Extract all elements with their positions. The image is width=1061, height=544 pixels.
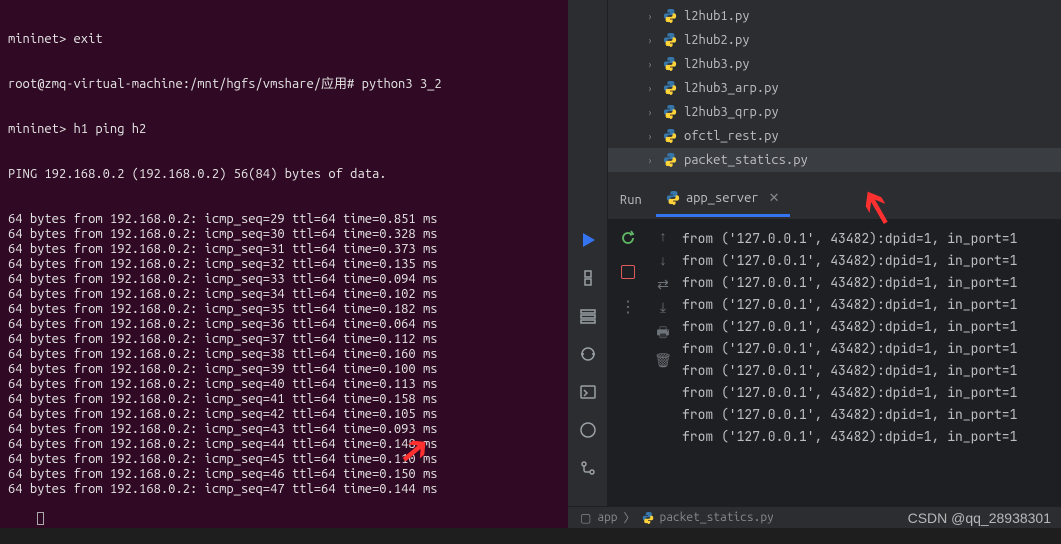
file-name: ofctl_rest.py xyxy=(684,129,779,143)
file-tree-item[interactable]: › l2hub3_qrp.py xyxy=(608,100,1061,124)
terminal-line: mininet> exit xyxy=(8,32,560,47)
stop-icon[interactable] xyxy=(618,262,638,282)
run-tab[interactable]: app_server ✕ xyxy=(656,183,790,217)
file-tree[interactable]: › l2hub1.py › l2hub2.py › l2hub3.py › l2hub3_ar… xyxy=(608,0,1061,180)
down-icon[interactable]: ↓ xyxy=(659,252,667,270)
terminal-line: 64 bytes from 192.168.0.2: icmp_seq=42 t… xyxy=(8,407,560,422)
python-icon xyxy=(662,32,678,48)
run-toolwindow-header: Run app_server ✕ xyxy=(608,180,1061,220)
terminal-line: 64 bytes from 192.168.0.2: icmp_seq=39 t… xyxy=(8,362,560,377)
trash-icon[interactable]: 🗑 xyxy=(654,352,672,369)
chevron-right-icon: › xyxy=(644,11,656,22)
python-icon xyxy=(662,104,678,120)
more-icon[interactable]: ⋮ xyxy=(618,296,638,316)
ide-sidebar xyxy=(568,0,608,528)
file-name: l2hub3_qrp.py xyxy=(684,105,779,119)
up-icon[interactable]: ↑ xyxy=(659,228,667,246)
chevron-right-icon: › xyxy=(644,59,656,70)
python-icon xyxy=(662,80,678,96)
terminal-pane[interactable]: mininet> exit root@zmq-virtual-machine:/… xyxy=(0,0,568,528)
watermark: CSDN @qq_28938301 xyxy=(908,510,1051,526)
python-console-icon[interactable] xyxy=(578,268,598,288)
debug-icon[interactable] xyxy=(578,344,598,364)
terminal-line: 64 bytes from 192.168.0.2: icmp_seq=35 t… xyxy=(8,302,560,317)
print-icon[interactable]: 🖶 xyxy=(656,322,669,346)
python-icon xyxy=(662,128,678,144)
file-name: l2hub3.py xyxy=(684,57,750,71)
console-toolbar: ⋮ xyxy=(608,220,648,528)
terminal-line: 64 bytes from 192.168.0.2: icmp_seq=36 t… xyxy=(8,317,560,332)
terminal-line: 64 bytes from 192.168.0.2: icmp_seq=45 t… xyxy=(8,452,560,467)
terminal-line: 64 bytes from 192.168.0.2: icmp_seq=29 t… xyxy=(8,212,560,227)
run-label: Run xyxy=(620,193,642,207)
terminal-line: 64 bytes from 192.168.0.2: icmp_seq=41 t… xyxy=(8,392,560,407)
terminal-line: 64 bytes from 192.168.0.2: icmp_seq=40 t… xyxy=(8,377,560,392)
chevron-right-icon: › xyxy=(644,155,656,166)
chevron-right-icon: › xyxy=(644,83,656,94)
terminal-line: 64 bytes from 192.168.0.2: icmp_seq=47 t… xyxy=(8,482,560,497)
file-tree-item[interactable]: › l2hub3_arp.py xyxy=(608,76,1061,100)
chevron-right-icon: › xyxy=(644,35,656,46)
file-name: l2hub3_arp.py xyxy=(684,81,779,95)
run-icon[interactable] xyxy=(578,230,598,250)
breadcrumb-file: packet_statics.py xyxy=(660,511,774,524)
terminal-line: 64 bytes from 192.168.0.2: icmp_seq=33 t… xyxy=(8,272,560,287)
terminal-line: mininet> h1 ping h2 xyxy=(8,122,560,137)
folder-icon: ▢ xyxy=(580,511,591,525)
file-tree-item[interactable]: › packet_statics.py xyxy=(608,148,1061,172)
console-output[interactable]: from ('127.0.0.1', 43482):dpid=1, in_por… xyxy=(678,220,1061,528)
python-icon xyxy=(662,8,678,24)
terminal-icon[interactable] xyxy=(578,382,598,402)
terminal-line: 64 bytes from 192.168.0.2: icmp_seq=30 t… xyxy=(8,227,560,242)
python-icon xyxy=(642,512,654,524)
file-tree-item[interactable]: › ofctl_rest.py xyxy=(608,124,1061,148)
rerun-icon[interactable] xyxy=(618,228,638,248)
file-tree-item[interactable]: › l2hub1.py xyxy=(608,4,1061,28)
close-icon[interactable]: ✕ xyxy=(769,191,780,206)
terminal-line: 64 bytes from 192.168.0.2: icmp_seq=32 t… xyxy=(8,257,560,272)
wrap-icon[interactable]: ⇄ xyxy=(657,276,669,293)
terminal-line: 64 bytes from 192.168.0.2: icmp_seq=31 t… xyxy=(8,242,560,257)
chevron-right-icon: › xyxy=(644,131,656,142)
file-tree-item[interactable]: › l2hub2.py xyxy=(608,28,1061,52)
file-name: l2hub1.py xyxy=(684,9,750,23)
python-icon xyxy=(662,152,678,168)
run-tab-label: app_server xyxy=(686,191,759,205)
problems-icon[interactable] xyxy=(578,420,598,440)
breadcrumb-sep: 〉 xyxy=(624,509,636,526)
terminal-line: root@zmq-virtual-machine:/mnt/hgfs/vmsha… xyxy=(8,77,560,92)
breadcrumb-folder: app xyxy=(597,511,617,524)
vcs-icon[interactable] xyxy=(578,458,598,478)
chevron-right-icon: › xyxy=(644,107,656,118)
services-icon[interactable] xyxy=(578,306,598,326)
terminal-line: 64 bytes from 192.168.0.2: icmp_seq=43 t… xyxy=(8,422,560,437)
terminal-cursor xyxy=(37,512,44,525)
file-tree-item[interactable]: › l2hub3.py xyxy=(608,52,1061,76)
scroll-icon[interactable]: ⤓ xyxy=(660,299,666,316)
terminal-line: PING 192.168.0.2 (192.168.0.2) 56(84) by… xyxy=(8,167,560,182)
terminal-line: 64 bytes from 192.168.0.2: icmp_seq=44 t… xyxy=(8,437,560,452)
terminal-line: 64 bytes from 192.168.0.2: icmp_seq=38 t… xyxy=(8,347,560,362)
terminal-line: 64 bytes from 192.168.0.2: icmp_seq=37 t… xyxy=(8,332,560,347)
file-name: packet_statics.py xyxy=(684,153,808,167)
file-name: l2hub2.py xyxy=(684,33,750,47)
python-icon xyxy=(666,191,680,205)
terminal-line: 64 bytes from 192.168.0.2: icmp_seq=46 t… xyxy=(8,467,560,482)
python-icon xyxy=(662,56,678,72)
terminal-line: 64 bytes from 192.168.0.2: icmp_seq=34 t… xyxy=(8,287,560,302)
